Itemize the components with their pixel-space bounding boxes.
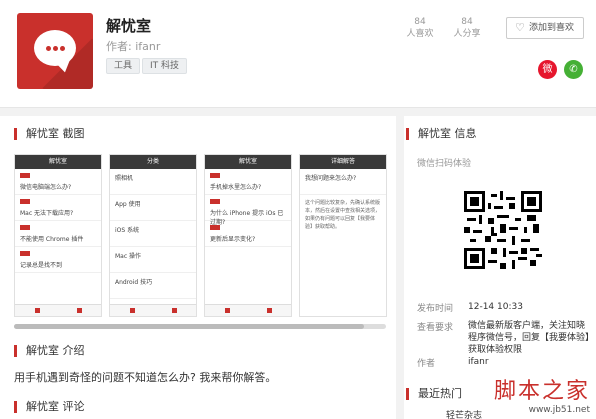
scrollbar-thumb[interactable]	[14, 324, 364, 329]
add-favorite-button[interactable]: ♡ 添加到喜欢	[506, 17, 584, 39]
intro-heading: 解忧室 介绍	[14, 345, 85, 357]
weibo-icon[interactable]: 微	[538, 60, 557, 79]
chat-bubble-icon	[17, 13, 93, 89]
list-item: iOS 系统	[110, 221, 196, 247]
shares-count: 84	[461, 17, 473, 27]
likes-count: 84	[414, 17, 426, 27]
screenshot-bar: 解忧室	[205, 155, 291, 169]
screenshot-paragraph: 这个问题比较复杂，先确认系统版本，然后在设置中查找相关选项，如果仍有问题可以回复…	[305, 200, 381, 230]
author-key: 作者	[417, 359, 436, 369]
shares-label: 人分享	[453, 29, 481, 39]
list-item: Android 技巧	[110, 273, 196, 299]
publish-time-key: 发布时间	[417, 304, 454, 314]
likes-stat: 84 人喜欢	[405, 16, 435, 40]
requirements-value: 微信最新版客户端，关注知晓程序微信号，回复【我要体验】获取体验权限	[468, 321, 590, 355]
tag-tools[interactable]: 工具	[106, 58, 141, 74]
list-item: 照相机	[110, 169, 196, 195]
list-item: 更新后显示变化?	[205, 221, 291, 247]
wechat-icon[interactable]: ✆	[564, 60, 583, 79]
screenshot-gallery[interactable]: 解忧室 微信电脑端怎么办? Mac 无法下载应用? 不能使用 Chrome 插件…	[14, 154, 387, 319]
qr-label: 微信扫码体验	[417, 159, 472, 169]
screenshot-bar: 分类	[110, 155, 196, 169]
qr-code[interactable]	[464, 191, 542, 269]
list-item: 手机掉水里怎么办?	[205, 169, 291, 195]
likes-label: 人喜欢	[406, 29, 434, 39]
list-item: Mac 无法下载应用?	[15, 195, 101, 221]
hot-heading: 最近热门	[406, 388, 462, 400]
list-item: 为什么 iPhone 提示 iOs 已过期?	[205, 195, 291, 226]
screenshot-bar: 解忧室	[15, 155, 101, 169]
list-item: 我想问题来怎么办?	[300, 169, 386, 195]
intro-text: 用手机遇到奇怪的问题不知道怎么办? 我来帮你解答。	[14, 371, 277, 384]
app-header: 解忧室 作者: ifanr 工具 IT 科技 84 人喜欢 84 人分享 ♡ 添…	[0, 0, 596, 108]
tag-it-tech[interactable]: IT 科技	[142, 58, 188, 74]
screenshot-4[interactable]: 详细解答 我想问题来怎么办? 这个问题比较复杂，先确认系统版本，然后在设置中查找…	[299, 154, 387, 317]
screenshot-1[interactable]: 解忧室 微信电脑端怎么办? Mac 无法下载应用? 不能使用 Chrome 插件…	[14, 154, 102, 317]
screenshot-2[interactable]: 分类 照相机 App 使用 iOS 系统 Mac 操作 Android 技巧	[109, 154, 197, 317]
hot-item[interactable]: 轻芒杂志	[446, 408, 482, 419]
app-title: 解忧室	[106, 17, 152, 35]
list-item: App 使用	[110, 195, 196, 221]
screenshots-heading: 解忧室 截图	[14, 128, 85, 140]
app-author[interactable]: 作者: ifanr	[106, 38, 160, 54]
review-heading: 解忧室 评论	[14, 401, 85, 413]
list-item: Mac 操作	[110, 247, 196, 273]
add-favorite-label: 添加到喜欢	[529, 23, 575, 33]
watermark-logo: 脚本之家 www.jb51.net	[494, 373, 590, 415]
list-item: 记录总是找不到	[15, 247, 101, 273]
watermark-title: 脚本之家	[493, 379, 590, 404]
screenshot-bar: 详细解答	[300, 155, 386, 169]
info-heading: 解忧室 信息	[406, 128, 477, 140]
gallery-scrollbar[interactable]	[14, 324, 386, 329]
watermark-url: www.jb51.net	[528, 405, 590, 415]
author-value[interactable]: ifanr	[468, 356, 592, 368]
main-column: 解忧室 截图 解忧室 微信电脑端怎么办? Mac 无法下载应用? 不能使用 Ch…	[0, 116, 396, 419]
list-item: 不能使用 Chrome 插件	[15, 221, 101, 247]
shares-stat: 84 人分享	[452, 16, 482, 40]
requirements-key: 查看要求	[417, 323, 454, 333]
heart-icon: ♡	[515, 21, 525, 34]
publish-time-value: 12-14 10:33	[468, 302, 523, 312]
list-item: 微信电脑端怎么办?	[15, 169, 101, 195]
app-detail-page: 解忧室 作者: ifanr 工具 IT 科技 84 人喜欢 84 人分享 ♡ 添…	[0, 0, 596, 419]
screenshot-3[interactable]: 解忧室 手机掉水里怎么办? 为什么 iPhone 提示 iOs 已过期? 更新后…	[204, 154, 292, 317]
